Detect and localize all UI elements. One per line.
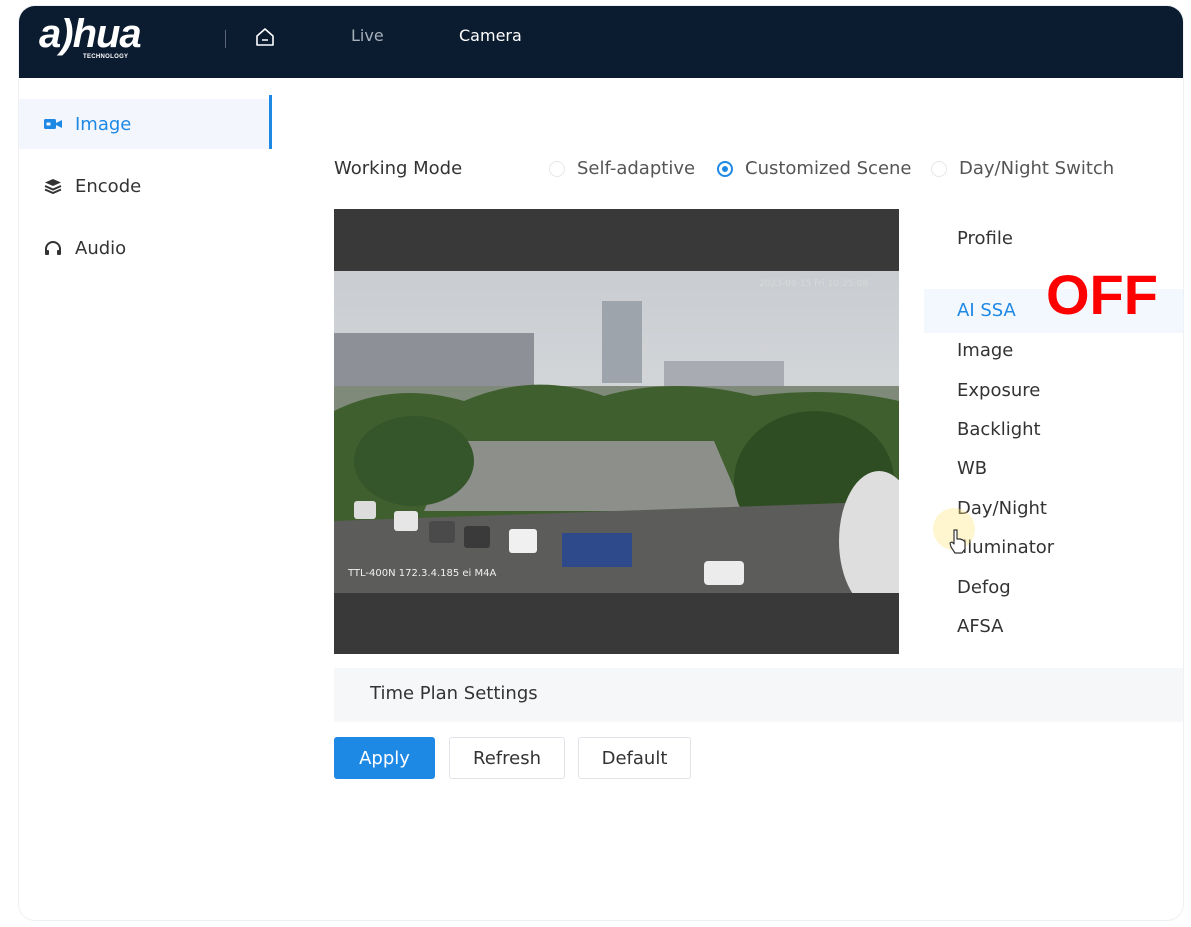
radio-day-night-switch[interactable]: Day/Night Switch	[931, 158, 1114, 179]
refresh-button[interactable]: Refresh	[449, 737, 565, 779]
sidebar: Image Encode Audio	[19, 78, 274, 918]
radio-customized-scene[interactable]: Customized Scene	[717, 158, 912, 179]
layers-icon	[43, 178, 63, 194]
sidebar-item-label: Encode	[75, 175, 142, 197]
app-window: a)hua TECHNOLOGY Live Camera Image Encod…	[19, 6, 1183, 920]
time-plan-label: Time Plan Settings	[370, 683, 538, 704]
nav-camera[interactable]: Camera	[459, 26, 522, 45]
dahua-logo[interactable]: a)hua TECHNOLOGY	[39, 12, 181, 62]
radio-self-adaptive[interactable]: Self-adaptive	[549, 158, 695, 179]
menu-item-exposure[interactable]: Exposure	[957, 380, 1040, 401]
headphones-icon	[43, 240, 63, 256]
ai-ssa-status-overlay: OFF	[1046, 263, 1158, 326]
working-mode-label: Working Mode	[334, 158, 463, 179]
sidebar-item-audio[interactable]: Audio	[19, 223, 272, 273]
menu-item-wb[interactable]: WB	[957, 458, 987, 479]
video-timestamp-osd: 2023-09-15 Fri 10:25:08	[759, 279, 869, 289]
menu-item-backlight[interactable]: Backlight	[957, 419, 1041, 440]
video-channel-osd: TTL-400N 172.3.4.185 ei M4A	[348, 568, 497, 579]
apply-button[interactable]: Apply	[334, 737, 435, 779]
sidebar-item-label: Audio	[75, 237, 127, 259]
home-icon[interactable]	[254, 26, 276, 48]
menu-item-afsa[interactable]: AFSA	[957, 616, 1003, 637]
radio-label: Day/Night Switch	[959, 158, 1115, 179]
top-navigation-bar: a)hua TECHNOLOGY Live Camera	[19, 6, 1183, 78]
sidebar-item-label: Image	[75, 113, 132, 135]
nav-divider	[225, 30, 226, 48]
radio-button-selected[interactable]	[717, 160, 733, 177]
default-button[interactable]: Default	[578, 737, 691, 779]
camera-icon	[43, 116, 63, 132]
hand-pointer-icon	[949, 529, 966, 554]
menu-item-ai-ssa[interactable]: AI SSA	[957, 300, 1016, 321]
sidebar-item-image[interactable]: Image	[19, 99, 272, 149]
radio-button[interactable]	[549, 160, 565, 177]
menu-item-image[interactable]: Image	[957, 340, 1013, 361]
menu-item-defog[interactable]: Defog	[957, 577, 1011, 598]
radio-button[interactable]	[931, 160, 947, 177]
time-plan-settings-panel[interactable]: Time Plan Settings	[334, 668, 1183, 722]
nav-live[interactable]: Live	[351, 26, 384, 45]
camera-feed-image	[334, 271, 899, 593]
radio-label: Customized Scene	[745, 158, 912, 179]
profile-menu-header[interactable]: Profile	[957, 228, 1013, 249]
sidebar-item-encode[interactable]: Encode	[19, 161, 272, 211]
active-indicator	[269, 95, 272, 149]
live-video-preview[interactable]: 2023-09-15 Fri 10:25:08 TTL-400N 172.3.4…	[334, 209, 899, 654]
radio-label: Self-adaptive	[577, 158, 696, 179]
